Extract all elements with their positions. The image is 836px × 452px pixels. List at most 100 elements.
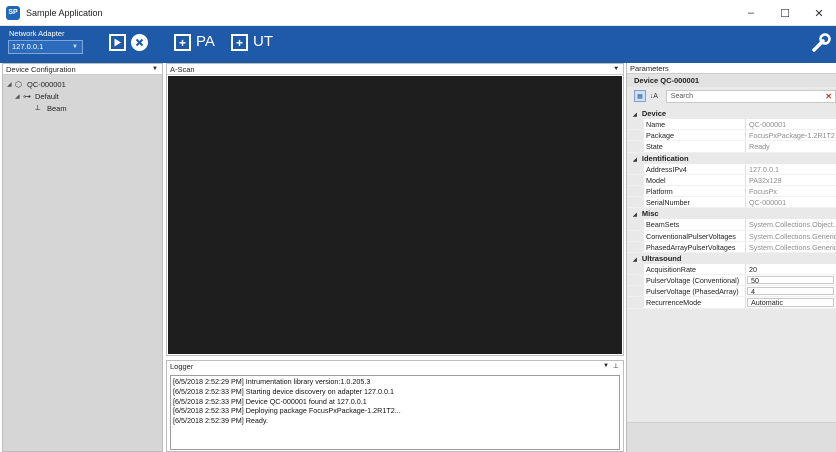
row-gutter xyxy=(627,263,644,275)
property-name: AddressIPv4 xyxy=(644,163,746,174)
tree-node-label: Default xyxy=(35,91,59,101)
property-row[interactable]: PulserVoltage (Conventional) 50 xyxy=(627,275,836,287)
minimize-button[interactable]: – xyxy=(734,0,768,26)
property-name: Name xyxy=(644,119,746,130)
tree-node-beam[interactable]: ⟂ Beam xyxy=(7,102,162,114)
parameters-pane: Parameters Device QC-000001 ▦ ↓A Search … xyxy=(626,63,836,452)
property-row[interactable]: Platform FocusPx xyxy=(627,185,836,198)
wrench-icon[interactable] xyxy=(810,32,832,54)
collapse-icon[interactable]: ◢ xyxy=(633,257,637,263)
pane-menu-icon[interactable]: ▼ xyxy=(603,361,609,372)
property-name: State xyxy=(644,141,746,152)
property-name: ConventionalPulserVoltages xyxy=(644,230,746,241)
property-value: System.Collections.Generic... xyxy=(749,231,836,241)
network-adapter-select[interactable]: 127.0.0.1 ▼ xyxy=(8,40,83,54)
pane-menu-icon[interactable]: ▼ xyxy=(152,64,158,75)
category-device[interactable]: ◢ Device xyxy=(627,108,836,119)
property-name: PulserVoltage (PhasedArray) xyxy=(644,286,746,297)
selected-object-title: Device QC-000001 xyxy=(627,74,836,87)
tree-node-device[interactable]: ◢ ⬡ QC-000001 xyxy=(7,78,162,90)
category-misc[interactable]: ◢ Misc xyxy=(627,208,836,220)
sort-alphabetical-icon[interactable]: ↓A xyxy=(648,90,660,102)
ascan-header: A-Scan ⯆ xyxy=(167,64,623,75)
ut-label[interactable]: UT xyxy=(253,33,273,50)
add-ut-icon[interactable]: + xyxy=(231,34,248,51)
property-row[interactable]: BeamSets System.Collections.Object... xyxy=(627,219,836,231)
collapse-icon[interactable]: ◢ xyxy=(633,212,637,218)
property-value: QC-000001 xyxy=(749,120,787,129)
property-row[interactable]: ConventionalPulserVoltages System.Collect… xyxy=(627,230,836,242)
ascan-title: A-Scan xyxy=(170,65,195,74)
row-gutter xyxy=(627,275,644,286)
play-icon[interactable] xyxy=(109,34,126,51)
property-row[interactable]: Model PA32x128 xyxy=(627,174,836,186)
category-label: Device xyxy=(641,109,667,118)
property-row[interactable]: Name QC-000001 xyxy=(627,119,836,131)
window-controls: – ☐ ✕ xyxy=(734,0,836,26)
row-gutter xyxy=(627,197,644,208)
category-ultrasound[interactable]: ◢ Ultrasound xyxy=(627,252,836,264)
property-row[interactable]: PhasedArrayPulserVoltages System.Collecti… xyxy=(627,241,836,253)
network-adapter-label: Network Adapter xyxy=(9,29,65,38)
device-tree: ◢ ⬡ QC-000001 ◢ ⊶ Default ⟂ Beam xyxy=(3,75,162,114)
expand-icon[interactable]: ◢ xyxy=(7,81,15,88)
app-icon: SP xyxy=(6,5,20,20)
collapse-icon[interactable]: ◢ xyxy=(633,112,637,118)
tree-node-default[interactable]: ◢ ⊶ Default xyxy=(7,90,162,102)
property-value: 127.0.0.1 xyxy=(749,164,779,174)
recurrence-mode-select[interactable]: Automatic xyxy=(747,298,834,307)
row-gutter xyxy=(627,219,644,230)
log-line: [6/5/2018 2:52:33 PM] Device QC-000001 f… xyxy=(173,396,367,406)
row-gutter xyxy=(627,163,644,174)
property-row[interactable]: AddressIPv4 127.0.0.1 xyxy=(627,163,836,175)
category-identification[interactable]: ◢ Identification xyxy=(627,152,836,164)
property-row[interactable]: State Ready xyxy=(627,141,836,153)
property-name: SerialNumber xyxy=(644,197,746,208)
property-row[interactable]: PulserVoltage (PhasedArray) 4 xyxy=(627,286,836,298)
acquisition-rate-input[interactable]: 20 xyxy=(746,264,836,274)
collapse-icon[interactable]: ◢ xyxy=(633,157,637,163)
probe-icon: ⊶ xyxy=(23,91,31,101)
maximize-button[interactable]: ☐ xyxy=(768,0,802,26)
logger-header: Logger ▼ ⊥ xyxy=(167,361,623,372)
row-gutter xyxy=(627,174,644,185)
property-row[interactable]: AcquisitionRate 20 xyxy=(627,263,836,276)
property-row[interactable]: RecurrenceMode Automatic xyxy=(627,297,836,309)
pa-label[interactable]: PA xyxy=(196,33,215,50)
pulser-voltage-conventional-input[interactable]: 50 xyxy=(747,276,834,285)
device-configuration-header: Device Configuration ▼ xyxy=(3,64,162,75)
row-gutter xyxy=(627,141,644,152)
property-search-input[interactable]: Search ✕ xyxy=(665,89,836,103)
log-line: [6/5/2018 2:52:39 PM] Ready. xyxy=(173,416,268,426)
log-line: [6/5/2018 2:52:33 PM] Starting device di… xyxy=(173,386,394,396)
pulser-voltage-phasedarray-input[interactable]: 4 xyxy=(747,287,834,296)
property-value: PA32x128 xyxy=(749,175,782,185)
property-row[interactable]: SerialNumber QC-000001 xyxy=(627,197,836,209)
property-value: QC-000001 xyxy=(749,198,787,208)
expand-icon[interactable]: ◢ xyxy=(15,93,23,100)
device-icon: ⬡ xyxy=(15,79,22,89)
property-row[interactable]: Package FocusPxPackage-1.2R1T2 xyxy=(627,130,836,142)
clear-search-icon[interactable]: ✕ xyxy=(825,91,832,102)
property-name: RecurrenceMode xyxy=(644,297,746,308)
close-button[interactable]: ✕ xyxy=(802,0,836,26)
property-name: Platform xyxy=(644,185,746,197)
pane-menu-icon[interactable]: ⯆ xyxy=(613,64,619,75)
main-toolbar: Network Adapter 127.0.0.1 ▼ + PA + UT xyxy=(0,26,836,63)
logger-pane: Logger ▼ ⊥ [6/5/2018 2:52:29 PM] Intrume… xyxy=(166,360,624,452)
pin-icon[interactable]: ⊥ xyxy=(613,361,619,372)
property-value: System.Collections.Generic... xyxy=(749,242,836,252)
window-title: Sample Application xyxy=(26,7,103,18)
title-bar: SP Sample Application – ☐ ✕ xyxy=(0,0,836,26)
log-output[interactable]: [6/5/2018 2:52:29 PM] Intrumentation lib… xyxy=(170,375,620,450)
add-pa-icon[interactable]: + xyxy=(174,34,191,51)
category-label: Identification xyxy=(641,153,689,163)
stop-icon[interactable] xyxy=(131,34,148,51)
category-label: Ultrasound xyxy=(641,253,682,263)
row-gutter xyxy=(627,297,644,308)
ascan-display[interactable] xyxy=(168,76,622,354)
property-name: PulserVoltage (Conventional) xyxy=(644,275,746,286)
parameters-title: Parameters xyxy=(630,64,669,73)
categorized-view-icon[interactable]: ▦ xyxy=(634,90,646,102)
row-gutter xyxy=(627,130,644,141)
